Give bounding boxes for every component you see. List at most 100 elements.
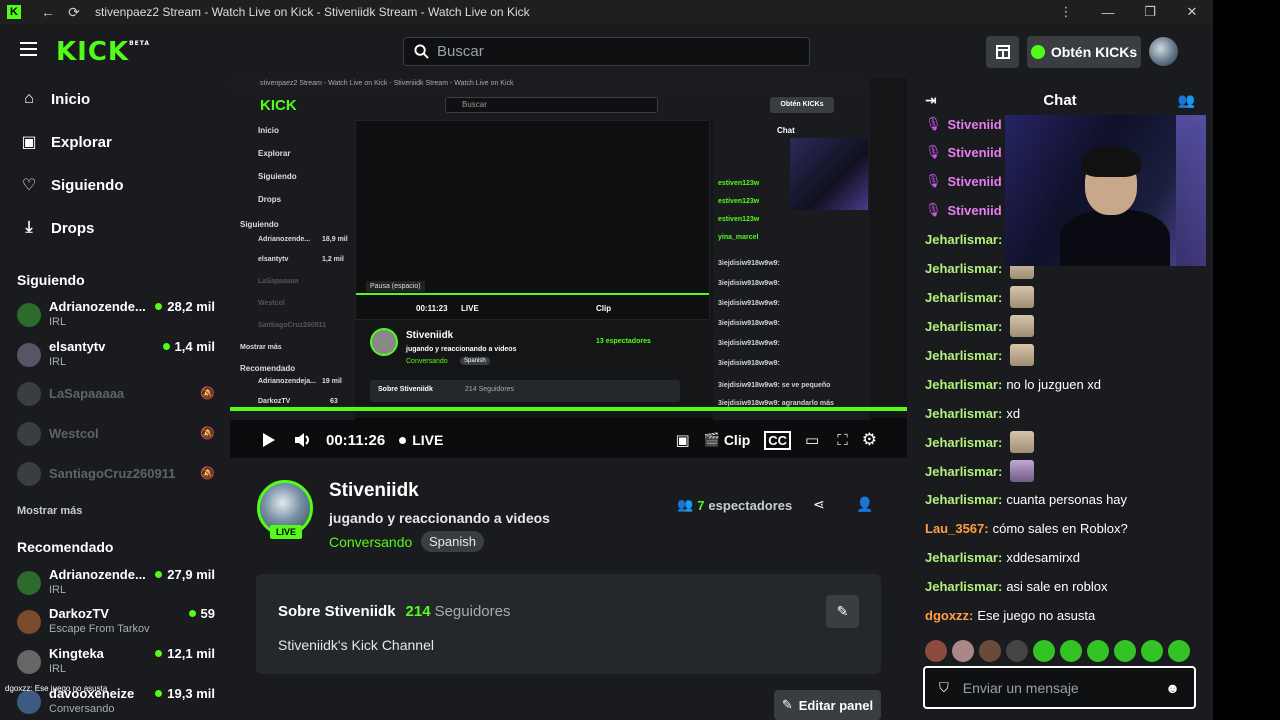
- nested-tooltip: Pausa (espacio): [366, 281, 425, 292]
- share-icon[interactable]: ⋖: [813, 496, 825, 513]
- captions-icon[interactable]: CC: [764, 430, 792, 450]
- channel-name: Adrianozende...: [49, 567, 146, 582]
- chat-username[interactable]: Jeharlismar:: [925, 232, 1002, 247]
- emote-icon[interactable]: [1114, 640, 1136, 662]
- channel-item[interactable]: Adrianozende... IRL 27,9 mil: [17, 567, 217, 601]
- search-input[interactable]: [437, 43, 797, 60]
- clip-icon[interactable]: 🎬: [704, 432, 720, 448]
- chat-text: no lo juzguen xd: [1006, 376, 1102, 392]
- chat-username[interactable]: Stiveniid: [948, 203, 1002, 218]
- chat-users-icon[interactable]: 👥: [1178, 92, 1195, 109]
- back-icon[interactable]: ←: [35, 4, 61, 20]
- chat-message-input[interactable]: [962, 679, 1153, 696]
- user-avatar[interactable]: [1149, 37, 1178, 66]
- emote-icon[interactable]: [1087, 640, 1109, 662]
- chat-input-box[interactable]: ⛉ ☻: [923, 666, 1196, 709]
- kick-logo[interactable]: KICKBETA: [56, 37, 150, 67]
- emoji-picker-icon[interactable]: ☻: [1165, 680, 1180, 696]
- chat-username[interactable]: Jeharlismar:: [925, 319, 1002, 334]
- clip-button[interactable]: Clip: [724, 432, 750, 448]
- inventory-button[interactable]: [986, 36, 1019, 68]
- nested-section: Recomendado: [240, 364, 296, 373]
- channel-category: IRL: [49, 316, 67, 328]
- close-icon[interactable]: ✕: [1171, 4, 1213, 20]
- fullscreen-icon[interactable]: ⛶: [837, 432, 848, 449]
- stream-category[interactable]: Conversando: [329, 534, 412, 550]
- channel-viewers: 28,2 mil: [155, 299, 215, 314]
- quick-emote-bar: [925, 640, 1190, 662]
- get-kicks-button[interactable]: Obtén KICKs: [1027, 36, 1141, 68]
- chat-username[interactable]: Jeharlismar:: [925, 290, 1002, 305]
- settings-gear-icon[interactable]: ⚙: [862, 430, 877, 450]
- edit-panel-button[interactable]: ✎ Editar panel: [774, 690, 881, 720]
- chat-username[interactable]: Jeharlismar:: [925, 261, 1002, 276]
- miniplayer-icon[interactable]: ▭: [805, 431, 819, 449]
- emote-icon[interactable]: [925, 640, 947, 662]
- search-box[interactable]: [403, 37, 810, 66]
- show-more-link[interactable]: Mostrar más: [17, 505, 82, 517]
- chat-username[interactable]: Jeharlismar:: [925, 348, 1002, 363]
- volume-icon[interactable]: [294, 432, 312, 448]
- channel-item-offline[interactable]: SantiagoCruz260911 🔕: [17, 458, 217, 492]
- nested-about: Sobre Stiveniidk 214 Seguidores: [370, 380, 680, 402]
- emote-icon[interactable]: [979, 640, 1001, 662]
- user-settings-icon[interactable]: 👤: [856, 496, 873, 513]
- chat-username[interactable]: Jeharlismar:: [925, 377, 1002, 392]
- chat-username[interactable]: Jeharlismar:: [925, 435, 1002, 450]
- video-progress-bar[interactable]: [230, 407, 907, 411]
- video-player[interactable]: stivenpaez2 Stream - Watch Live on Kick …: [230, 78, 907, 458]
- minimize-icon[interactable]: —: [1087, 5, 1129, 20]
- channel-item[interactable]: elsantytv IRL 1,4 mil: [17, 339, 217, 373]
- channel-item[interactable]: Kingteka IRL 12,1 mil: [17, 646, 217, 680]
- chat-username[interactable]: Lau_3567:: [925, 521, 989, 536]
- nested-chat-line: estiven123w: [718, 198, 760, 205]
- sidebar-item-siguiendo[interactable]: ♡ Siguiendo: [20, 176, 124, 195]
- heart-icon: ♡: [21, 177, 37, 194]
- menu-icon[interactable]: [20, 42, 37, 56]
- channel-item-offline[interactable]: Westcol 🔕: [17, 418, 217, 452]
- sidebar-item-inicio[interactable]: ⌂ Inicio: [20, 90, 90, 108]
- chat-username[interactable]: Jeharlismar:: [925, 579, 1002, 594]
- notification-off-icon: 🔕: [200, 466, 215, 480]
- shield-icon: ⛉: [939, 679, 949, 695]
- menu-dots-icon[interactable]: ⋮: [1045, 4, 1087, 20]
- nested-webcam: [790, 138, 868, 210]
- sidebar-item-drops[interactable]: ⤓ Drops: [20, 219, 94, 237]
- play-icon[interactable]: [262, 432, 276, 448]
- restore-icon[interactable]: ❐: [1129, 4, 1171, 20]
- emote-icon[interactable]: [952, 640, 974, 662]
- sidebar-item-explorar[interactable]: ▣ Explorar: [20, 133, 111, 152]
- language-tag[interactable]: Spanish: [421, 531, 484, 552]
- nested-followers: 214 Seguidores: [465, 386, 515, 393]
- emote-icon[interactable]: [1060, 640, 1082, 662]
- streamer-name[interactable]: Stiveniidk: [329, 480, 419, 502]
- channel-avatar: [17, 462, 41, 486]
- cat-emote-icon: [1010, 286, 1035, 308]
- chat-username[interactable]: Stiveniid: [948, 117, 1002, 132]
- chat-username[interactable]: Jeharlismar:: [925, 406, 1002, 421]
- channel-item[interactable]: Adrianozende... IRL 28,2 mil: [17, 299, 217, 333]
- chat-username[interactable]: Jeharlismar:: [925, 464, 1002, 479]
- channel-item-offline[interactable]: LaSapaaaaa 🔕: [17, 378, 217, 412]
- chat-message: Jeharlismar: no lo juzguen xd: [925, 374, 1101, 394]
- webcam-light: [1176, 115, 1206, 266]
- emote-icon[interactable]: [1141, 640, 1163, 662]
- collapse-chat-icon[interactable]: ⇥: [925, 92, 937, 109]
- channel-item[interactable]: DarkozTV Escape From Tarkov 59: [17, 606, 217, 640]
- edit-about-button[interactable]: ✎: [826, 595, 859, 628]
- theater-mode-icon[interactable]: ▣: [675, 431, 689, 449]
- emote-icon[interactable]: [1168, 640, 1190, 662]
- emote-icon[interactable]: [1033, 640, 1055, 662]
- chat-message: Jeharlismar:: [925, 315, 1035, 337]
- emote-icon[interactable]: [1006, 640, 1028, 662]
- kicks-coin-icon: [1030, 45, 1045, 59]
- chat-username[interactable]: Jeharlismar:: [925, 550, 1002, 565]
- viewer-count-label: espectadores: [708, 497, 793, 513]
- reload-icon[interactable]: ⟳: [61, 4, 87, 21]
- chat-username[interactable]: Jeharlismar:: [925, 492, 1002, 507]
- chat-message: 🎙 Stiveniid: [925, 200, 1006, 220]
- chat-username[interactable]: Stiveniid: [948, 145, 1002, 160]
- chat-username[interactable]: Stiveniid: [948, 174, 1002, 189]
- chat-text: asi sale en roblox: [1006, 578, 1108, 594]
- chat-username[interactable]: dgoxzz:: [925, 608, 973, 623]
